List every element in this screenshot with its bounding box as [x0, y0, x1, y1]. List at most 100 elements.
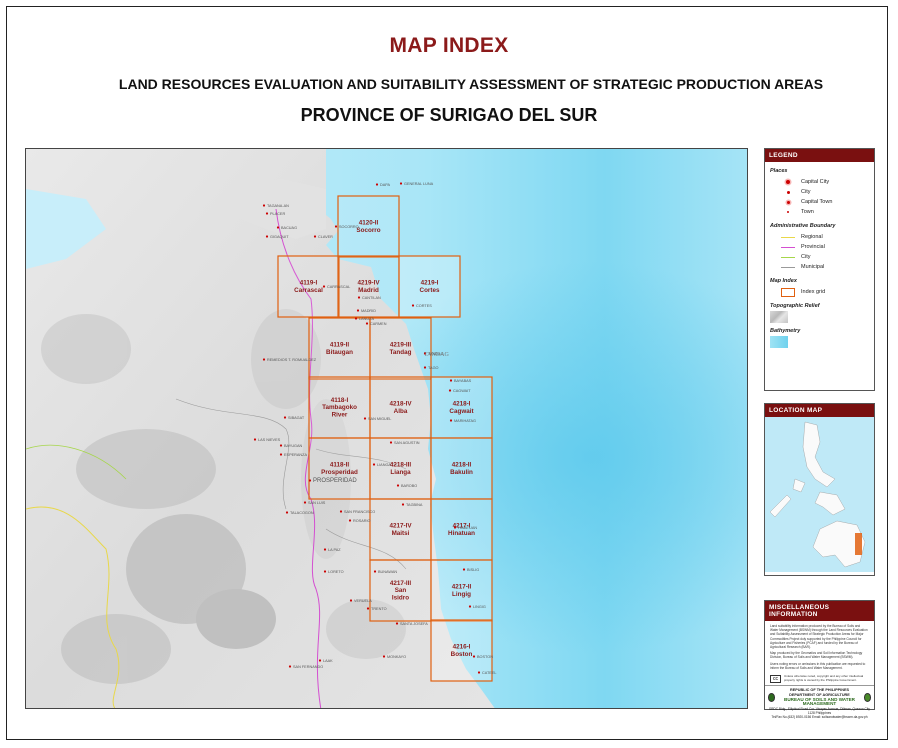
grid-cell-name: Madrid	[358, 287, 379, 294]
legend-panel: LEGEND Places Capital City City Capital …	[764, 148, 875, 391]
legend-city-boundary: City	[781, 252, 874, 262]
grid-cell-code: 4216-I	[453, 644, 471, 651]
place-label: SANTA JOSEFA	[400, 622, 428, 626]
place-label: CORTES	[416, 304, 432, 308]
grid-cell-code: 4218-IV	[389, 401, 412, 408]
misc-para-2: Map produced by the Geomatics and Soil I…	[770, 651, 863, 660]
town-dot	[382, 655, 386, 658]
town-dot	[462, 568, 466, 571]
place-label: LINGIG	[473, 605, 486, 609]
town-dot	[453, 526, 457, 529]
legend-capital-city: Capital City	[781, 177, 874, 187]
grid-cell-code: 4218-III	[390, 462, 412, 469]
grid-cell-4217-II[interactable]: 4217-IILingig	[430, 559, 493, 622]
place-label: MARIHATAG	[454, 419, 476, 423]
grid-cell-name: Lingig	[452, 591, 471, 598]
location-map-panel: LOCATION MAP	[764, 403, 875, 576]
place-sibagat: SIBAGAT	[283, 416, 305, 420]
town-dot	[323, 548, 327, 551]
town-dot	[449, 419, 453, 422]
place-label: TAGBINA	[406, 503, 423, 507]
place-label: MADRID	[361, 309, 376, 313]
town-dot	[279, 453, 283, 456]
town-dot	[356, 309, 360, 312]
town-dot	[366, 607, 370, 610]
misc-para-3: Users noting errors or omissions in this…	[770, 661, 866, 670]
grid-cell-name: Cagwait	[449, 408, 474, 415]
place-label: SOCORRO	[339, 225, 359, 229]
grid-cell-4219-III[interactable]: 4219-IIITandag	[369, 317, 432, 380]
town-dot	[303, 501, 307, 504]
tandag-water-label: TANDAG	[424, 352, 450, 358]
grid-cell-4218-IV[interactable]: 4218-IVAlba	[369, 376, 432, 439]
license-row: cc Unless otherwise noted, copyright and…	[765, 673, 874, 685]
place-hinatuan: HINATUAN	[453, 526, 477, 530]
town-dot	[253, 438, 257, 441]
place-label: SAN MIGUEL	[368, 417, 391, 421]
place-label: LORETO	[328, 570, 344, 574]
place-label: CLAVER	[318, 235, 333, 239]
town-dot	[389, 441, 393, 444]
town-dot	[395, 622, 399, 625]
grid-cell-name: Bitaugan	[326, 349, 353, 356]
location-map-heading: LOCATION MAP	[765, 404, 874, 417]
place-label: LIANGA	[377, 463, 391, 467]
grid-cell-code: 4119-I	[300, 280, 318, 287]
place-cantilan: CANTILAN	[357, 296, 381, 300]
grid-cell-name: Tandag	[390, 349, 412, 356]
town-dot	[401, 503, 405, 506]
grid-cell-4218-II[interactable]: 4218-IIBakulin	[430, 437, 493, 500]
grid-cell-code: 4120-II	[359, 220, 379, 227]
town-dot	[411, 304, 415, 307]
place-prosperidad: PROSPERIDAD	[308, 478, 357, 484]
grid-cell-4118-II[interactable]: 4118-IIProsperidad	[308, 437, 371, 500]
place-remedios-t-romualdez: REMEDIOS T. ROMUALDEZ	[262, 358, 317, 362]
place-carrascal: CARRASCAL	[322, 285, 350, 289]
misc-paragraphs: Land suitability information produced by…	[765, 621, 874, 673]
place-santa-josefa: SANTA JOSEFA	[395, 622, 428, 626]
place-label: LANUZA	[359, 317, 374, 321]
town-dot	[322, 285, 326, 288]
grid-cell-name: Alba	[394, 408, 408, 415]
town-dot	[308, 479, 312, 482]
town-dot	[472, 655, 476, 658]
grid-cell-name: Socorro	[356, 227, 380, 234]
place-label: GENERAL LUNA	[404, 182, 434, 186]
legend-town: Town	[781, 207, 874, 217]
legend-city: City	[781, 187, 874, 197]
town-dot	[399, 182, 403, 185]
place-label: SAN AGUSTIN	[394, 441, 420, 445]
grid-cell-code: 4119-II	[330, 342, 350, 349]
legend-regional: Regional	[781, 232, 874, 242]
place-label: LA PAZ	[328, 548, 341, 552]
grid-cell-4218-III[interactable]: 4218-IIILianga	[369, 437, 432, 500]
place-label: BAYABAS	[454, 379, 472, 383]
place-rosario: ROSARIO	[348, 519, 371, 523]
grid-cell-code: 4218-II	[452, 462, 472, 469]
place-veruela: VERUELA	[349, 599, 372, 603]
grid-cell-4218-I[interactable]: 4218-ICagwait	[430, 376, 493, 439]
place-label: SAN FRANCISCO	[344, 510, 375, 514]
grid-cell-name: Carrascal	[294, 287, 323, 294]
grid-cell-name: Lianga	[390, 469, 411, 476]
place-label: CANTILAN	[362, 296, 381, 300]
grid-cell-4217-IV[interactable]: 4217-IVMaitsi	[369, 498, 432, 561]
place-san-francisco: SAN FRANCISCO	[339, 510, 375, 514]
legend-places-title: Places	[770, 168, 788, 174]
grid-cell-code: 4217-II	[452, 584, 472, 591]
grid-cell-code: 4219-III	[390, 342, 412, 349]
place-marihatag: MARIHATAG	[449, 419, 476, 423]
place-label: DAPA	[380, 183, 391, 187]
town-dot	[318, 659, 322, 662]
place-carmen: CARMEN	[365, 322, 387, 326]
place-label: BAROBO	[401, 484, 417, 488]
place-label: PROSPERIDAD	[313, 478, 357, 484]
place-monkayo: MONKAYO	[382, 655, 406, 659]
grid-cell-name: San	[395, 587, 407, 594]
town-dot	[283, 416, 287, 419]
place-label: SAN LUIS	[308, 501, 326, 505]
grid-cell-4119-II[interactable]: 4119-IIBitaugan	[308, 317, 371, 380]
main-map[interactable]: 4120-II Socorro 4119-I Carrascal 4219-IV Madr…	[25, 148, 748, 709]
town-dot	[262, 358, 266, 361]
grid-cell-4118-I[interactable]: 4118-ITambagokoRiver	[308, 376, 371, 439]
